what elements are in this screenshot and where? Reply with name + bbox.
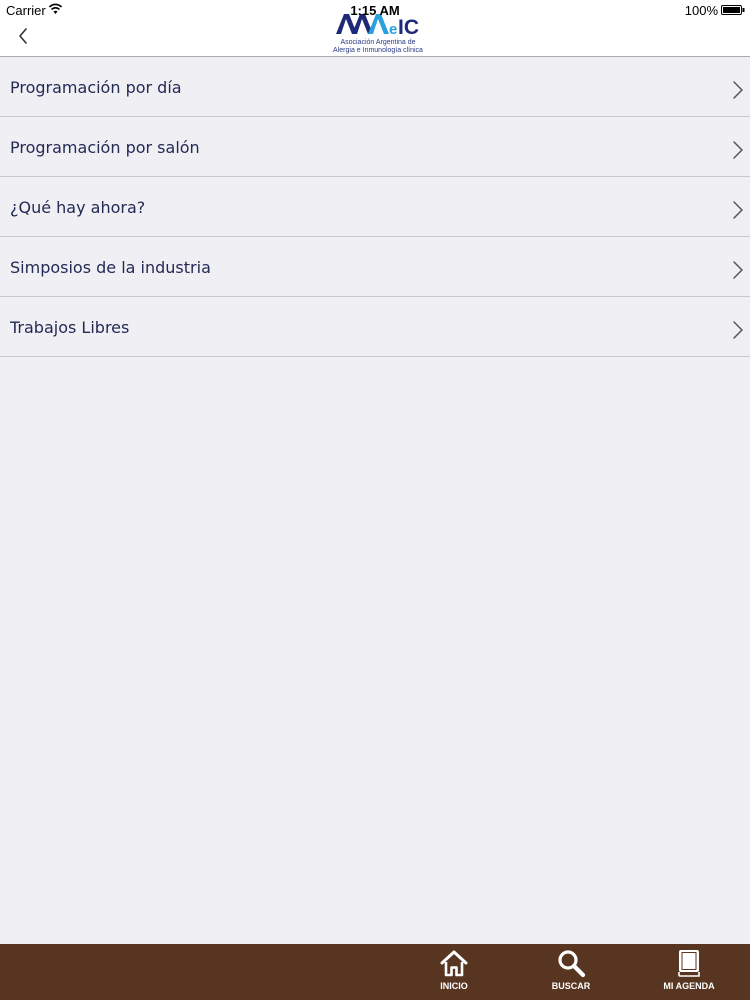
menu-item-label: Simposios de la industria — [10, 258, 211, 277]
tab-label: MI AGENDA — [663, 981, 715, 991]
logo-subtitle-line-2: Alergia e Inmunología clínica — [333, 47, 423, 54]
menu-item-label: Programación por día — [10, 78, 182, 97]
menu-item-programacion-por-salon[interactable]: Programación por salón — [0, 117, 750, 177]
tab-inicio[interactable]: INICIO — [409, 944, 499, 1000]
chevron-right-icon — [733, 261, 743, 279]
menu-item-label: Trabajos Libres — [10, 318, 130, 337]
chevron-right-icon — [733, 81, 743, 99]
menu-item-trabajos-libres[interactable]: Trabajos Libres — [0, 297, 750, 357]
chevron-right-icon — [733, 201, 743, 219]
menu-item-label: ¿Qué hay ahora? — [10, 198, 146, 217]
menu-list: Programación por día Programación por sa… — [0, 57, 750, 357]
book-icon — [678, 950, 700, 977]
menu-item-programacion-por-dia[interactable]: Programación por día — [0, 57, 750, 117]
tab-mi-agenda[interactable]: MI AGENDA — [644, 944, 734, 1000]
tab-buscar[interactable]: BUSCAR — [526, 944, 616, 1000]
tab-bar: INICIO BUSCAR MI AGENDA — [0, 944, 750, 1000]
battery-percentage: 100% — [684, 3, 718, 18]
svg-text:e: e — [389, 21, 397, 36]
tab-label: BUSCAR — [551, 981, 591, 991]
menu-item-simposios-de-la-industria[interactable]: Simposios de la industria — [0, 237, 750, 297]
home-icon — [440, 950, 468, 977]
chevron-right-icon — [733, 141, 743, 159]
menu-item-label: Programación por salón — [10, 138, 200, 157]
status-time: 1:15 AM — [350, 3, 400, 18]
status-bar: Carrier 1:15 AM 100% — [0, 0, 750, 20]
search-icon — [558, 950, 586, 978]
battery-icon — [721, 5, 745, 15]
logo-subtitle-line-1: Asociación Argentina de — [340, 39, 416, 46]
chevron-right-icon — [733, 321, 743, 339]
tab-label: INICIO — [440, 981, 468, 991]
back-button[interactable] — [12, 22, 38, 50]
menu-item-que-hay-ahora[interactable]: ¿Qué hay ahora? — [0, 177, 750, 237]
chevron-left-icon — [19, 28, 27, 44]
